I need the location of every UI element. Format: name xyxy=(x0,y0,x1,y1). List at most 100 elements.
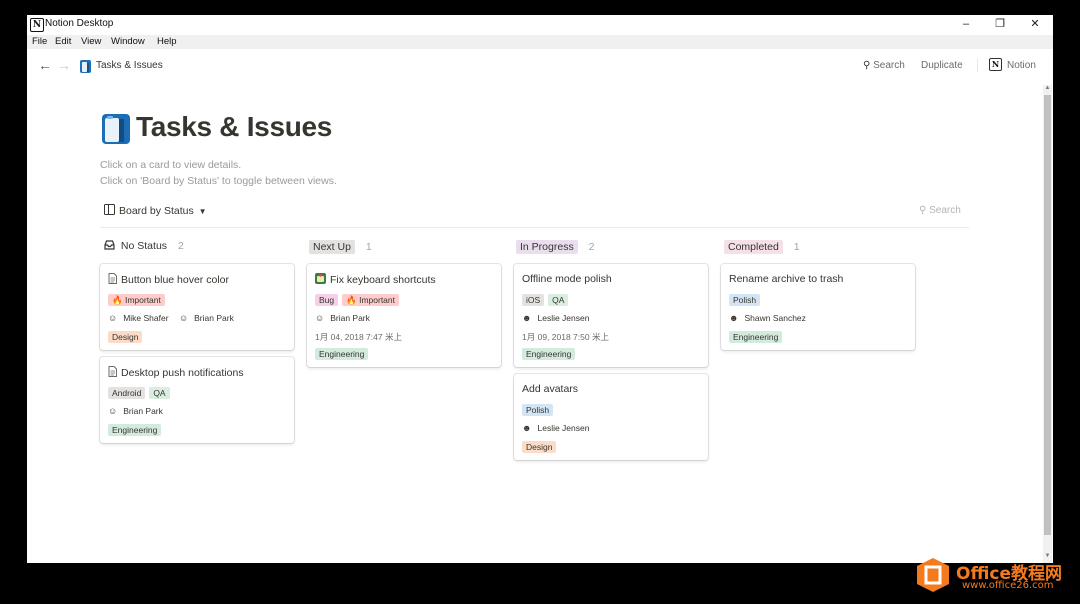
avatar: ☻ xyxy=(729,313,739,323)
card-title: Add avatars xyxy=(522,383,579,395)
people-row: ☺ Brian Park xyxy=(315,313,378,323)
restore-icon[interactable]: ❐ xyxy=(991,17,1009,31)
person-name: Leslie Jensen xyxy=(537,313,590,323)
search-icon: ⚲ xyxy=(919,205,927,216)
page-description-line-1: Click on a card to view details. xyxy=(100,159,242,171)
avatar: ☺ xyxy=(315,313,325,323)
scroll-up-icon[interactable]: ▲ xyxy=(1043,85,1052,91)
column-count: 1 xyxy=(365,241,372,253)
people-row: ☻ Leslie Jensen xyxy=(522,313,597,323)
menu-window[interactable]: Window xyxy=(111,36,145,47)
person-name: Shawn Sanchez xyxy=(744,313,806,323)
menu-edit[interactable]: Edit xyxy=(55,36,71,47)
column-header-next-up[interactable]: Next Up 1 xyxy=(309,240,372,254)
column-count: 2 xyxy=(177,240,184,252)
board-search[interactable]: ⚲ Search xyxy=(919,205,961,216)
card-title: Rename archive to trash xyxy=(729,273,844,285)
notion-logo-icon: N xyxy=(989,58,1002,71)
card[interactable]: Offline mode polish iOS QA ☻ Leslie Jensen… xyxy=(514,264,708,367)
column-count: 2 xyxy=(588,241,595,253)
avatar: ☻ xyxy=(522,423,532,433)
scrollbar-thumb[interactable] xyxy=(1044,95,1051,535)
tag-row: Design xyxy=(522,441,560,453)
menu-file[interactable]: File xyxy=(32,36,47,47)
tag-row: Engineering xyxy=(729,331,786,343)
tag-qa: QA xyxy=(548,294,569,306)
card-title: Fix keyboard shortcuts xyxy=(315,273,436,287)
card-title: Desktop push notifications xyxy=(108,366,244,380)
people-row: ☻ Leslie Jensen xyxy=(522,423,597,433)
card[interactable]: Desktop push notifications Android QA ☺ Br… xyxy=(100,357,294,443)
watermark: Office教程网 www.office26.com xyxy=(916,555,1076,597)
person-name: Brian Park xyxy=(123,406,163,416)
view-switcher-label: Board by Status xyxy=(119,205,194,217)
tag-engineering: Engineering xyxy=(108,424,162,436)
board-search-label: Search xyxy=(929,205,961,216)
card[interactable]: Button blue hover color 🔥 Important ☺ Mik… xyxy=(100,264,294,350)
person-name: Leslie Jensen xyxy=(537,423,590,433)
forward-arrow-icon[interactable]: → xyxy=(57,57,71,73)
tag-row: Engineering xyxy=(522,348,579,360)
menu-help[interactable]: Help xyxy=(157,36,177,47)
card-date: 1月 04, 2018 7:47 米上 xyxy=(315,332,402,342)
menu-view[interactable]: View xyxy=(81,36,101,47)
page-icon[interactable] xyxy=(102,114,130,149)
tag-row: Bug 🔥 Important xyxy=(315,294,403,306)
tag-row: Polish xyxy=(729,294,764,306)
breadcrumb-page-icon xyxy=(80,60,91,78)
card[interactable]: Fix keyboard shortcuts Bug 🔥 Important ☺ B… xyxy=(307,264,501,367)
tag-polish: Polish xyxy=(522,404,554,416)
tag-design: Design xyxy=(522,441,557,453)
fire-icon: 🔥 xyxy=(346,295,357,305)
tag-qa: QA xyxy=(149,387,170,399)
page-title[interactable]: Tasks & Issues xyxy=(136,111,332,143)
tag-bug: Bug xyxy=(315,294,339,306)
document-icon xyxy=(108,366,117,380)
vertical-scrollbar[interactable] xyxy=(1043,85,1052,563)
view-switcher[interactable]: Board by Status ▼ xyxy=(104,204,207,217)
divider xyxy=(977,58,978,72)
column-title: Completed xyxy=(724,240,783,254)
card[interactable]: Rename archive to trash Polish ☻ Shawn Sa… xyxy=(721,264,915,350)
avatar: ☺ xyxy=(108,406,118,416)
tag-design: Design xyxy=(108,331,143,343)
tag-row: Engineering xyxy=(108,424,165,436)
back-arrow-icon[interactable]: ← xyxy=(38,57,52,73)
column-header-in-progress[interactable]: In Progress 2 xyxy=(516,240,594,254)
column-header-no-status[interactable]: No Status 2 xyxy=(104,240,184,252)
column-header-completed[interactable]: Completed 1 xyxy=(724,240,800,254)
breadcrumb[interactable]: Tasks & Issues xyxy=(96,60,163,71)
person-name: Brian Park xyxy=(194,313,234,323)
app-window: N Notion Desktop – ❐ ✕ File Edit View Wi… xyxy=(27,15,1053,563)
tag-polish: Polish xyxy=(729,294,761,306)
tag-engineering: Engineering xyxy=(729,331,783,343)
top-bar: ← → Tasks & Issues ⚲ Search Duplicate N … xyxy=(27,49,1053,83)
minimize-icon[interactable]: – xyxy=(957,17,975,31)
tag-ios: iOS xyxy=(522,294,545,306)
person-name: Mike Shafer xyxy=(123,313,169,323)
card[interactable]: Add avatars Polish ☻ Leslie Jensen Design xyxy=(514,374,708,460)
title-bar: N Notion Desktop – ❐ ✕ xyxy=(27,15,1053,35)
search-button[interactable]: ⚲ Search xyxy=(863,60,905,71)
card-date: 1月 09, 2018 7:50 米上 xyxy=(522,332,609,342)
tag-row: iOS QA xyxy=(522,294,572,306)
chevron-down-icon: ▼ xyxy=(198,207,207,216)
column-title: Next Up xyxy=(309,240,355,254)
tag-engineering: Engineering xyxy=(522,348,576,360)
column-count: 1 xyxy=(793,241,800,253)
people-row: ☺ Brian Park xyxy=(108,406,171,416)
search-label: Search xyxy=(873,60,905,71)
notion-link[interactable]: Notion xyxy=(1007,60,1036,71)
column-title: In Progress xyxy=(516,240,578,254)
inbox-icon xyxy=(104,240,118,252)
duplicate-button[interactable]: Duplicate xyxy=(921,60,963,71)
tag-important: 🔥 Important xyxy=(108,294,165,306)
office-logo-icon xyxy=(917,558,949,592)
watermark-url: www.office26.com xyxy=(962,580,1054,591)
window-title: Notion Desktop xyxy=(45,18,114,29)
board-view-icon xyxy=(104,204,115,215)
tag-row: Android QA xyxy=(108,387,174,399)
tag-important: 🔥 Important xyxy=(342,294,399,306)
close-icon[interactable]: ✕ xyxy=(1026,17,1044,31)
tag-row: Polish xyxy=(522,404,557,416)
